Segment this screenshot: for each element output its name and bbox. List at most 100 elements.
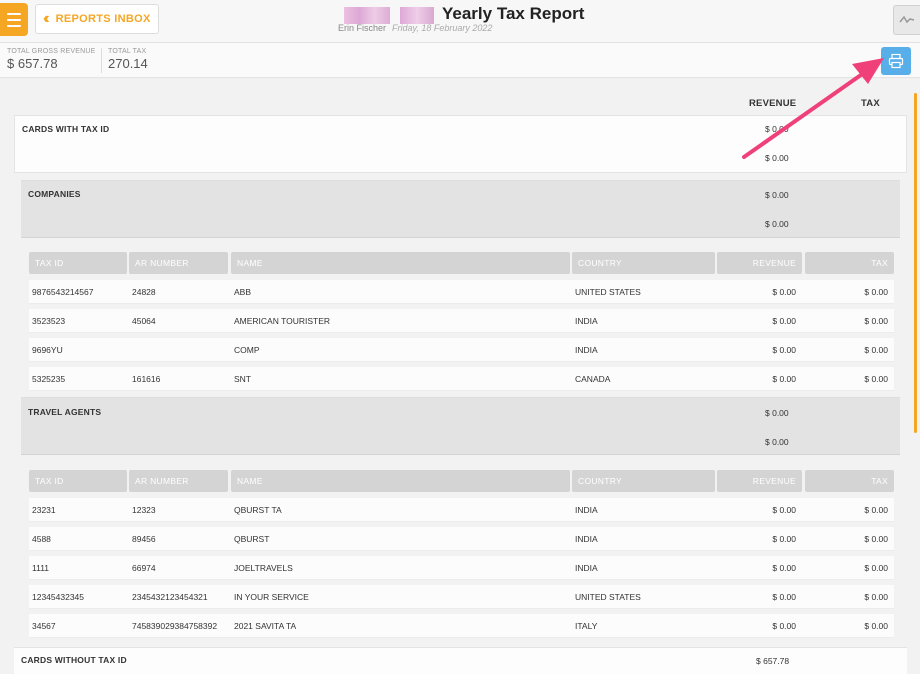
column-header-country[interactable]: COUNTRY — [572, 470, 715, 492]
column-header-revenue[interactable]: REVENUE — [717, 252, 802, 274]
reports-inbox-label: REPORTS INBOX — [55, 13, 151, 25]
cell-name: ABB — [234, 287, 252, 297]
cell-country: UNITED STATES — [575, 592, 641, 602]
report-content[interactable]: REVENUE TAX CARDS WITH TAX ID $ 0.00 $ 0… — [0, 79, 920, 674]
companies-table-header: TAX ID AR NUMBER NAME COUNTRY REVENUE TAX — [29, 252, 894, 274]
hamburger-icon — [7, 12, 21, 15]
companies-group: COMPANIES $ 0.00 $ 0.00 — [21, 180, 900, 238]
column-header-tax-id[interactable]: TAX ID — [29, 252, 127, 274]
cell-tax-id: 9696YU — [32, 345, 63, 355]
cell-revenue: $ 0.00 — [772, 592, 796, 602]
revenue-column-header: REVENUE — [749, 98, 797, 109]
line-chart-icon — [899, 15, 915, 24]
cell-ar-number: 12323 — [132, 505, 156, 515]
column-header-name[interactable]: NAME — [231, 252, 570, 274]
column-header-revenue[interactable]: REVENUE — [717, 470, 802, 492]
cell-name: QBURST — [234, 534, 270, 544]
travel-agents-group: TRAVEL AGENTS $ 0.00 $ 0.00 — [21, 397, 900, 455]
totals-bar: TOTAL GROSS REVENUE $ 657.78 TOTAL TAX 2… — [0, 43, 920, 78]
report-subtitle: Erin Fischer Friday, 18 February 2022 — [338, 23, 492, 33]
cell-tax-id: 4588 — [32, 534, 51, 544]
cell-country: INDIA — [575, 316, 598, 326]
cell-revenue: $ 0.00 — [772, 621, 796, 631]
table-row[interactable]: 3523523 45064 AMERICAN TOURISTER INDIA $ 0.0… — [29, 309, 894, 333]
table-row[interactable]: 34567 745839029384758392 2021 SAVITA TA ITA… — [29, 614, 894, 638]
cell-country: ITALY — [575, 621, 598, 631]
cell-country: UNITED STATES — [575, 287, 641, 297]
cell-tax: $ 0.00 — [864, 563, 888, 573]
cell-name: QBURST TA — [234, 505, 282, 515]
cell-revenue: $ 0.00 — [772, 287, 796, 297]
user-name: Erin Fischer — [338, 23, 387, 33]
hamburger-menu-button[interactable] — [0, 3, 28, 36]
cell-tax: $ 0.00 — [864, 287, 888, 297]
cell-country: INDIA — [575, 505, 598, 515]
cell-revenue: $ 0.00 — [772, 505, 796, 515]
cell-tax: $ 0.00 — [864, 592, 888, 602]
cell-country: CANADA — [575, 374, 611, 384]
cell-name: 2021 SAVITA TA — [234, 621, 297, 631]
report-date: Friday, 18 February 2022 — [392, 23, 493, 33]
redacted-name — [344, 7, 390, 24]
cell-tax-id: 1111 — [32, 563, 50, 573]
column-header-tax-id[interactable]: TAX ID — [29, 470, 127, 492]
column-header-country[interactable]: COUNTRY — [572, 252, 715, 274]
total-gross-revenue: TOTAL GROSS REVENUE $ 657.78 — [7, 48, 96, 71]
cell-country: INDIA — [575, 563, 598, 573]
cards-with-tax-id-section: CARDS WITH TAX ID $ 0.00 $ 0.00 — [14, 115, 907, 173]
print-button[interactable] — [881, 47, 911, 75]
cell-ar-number: 2345432123454321 — [132, 592, 208, 602]
cell-tax-id: 23231 — [32, 505, 56, 515]
cell-country: INDIA — [575, 534, 598, 544]
print-icon — [888, 53, 904, 69]
table-row[interactable]: 9696YU COMP INDIA $ 0.00 $ 0.00 — [29, 338, 894, 362]
cell-ar-number: 24828 — [132, 287, 156, 297]
cell-ar-number — [132, 338, 228, 362]
column-header-tax[interactable]: TAX — [805, 252, 894, 274]
cell-tax-id: 12345432345 — [32, 592, 85, 602]
cell-tax-id: 5325235 — [32, 374, 66, 384]
cell-tax: $ 0.00 — [864, 534, 888, 544]
cell-ar-number: 161616 — [132, 374, 161, 384]
column-header-ar-number[interactable]: AR NUMBER — [129, 470, 228, 492]
tax-column-header: TAX — [861, 98, 880, 109]
cell-tax-id: 3523523 — [32, 316, 66, 326]
cell-revenue: $ 0.00 — [772, 316, 796, 326]
table-row[interactable]: 12345432345 2345432123454321 IN YOUR SERVI… — [29, 585, 894, 609]
cell-revenue: $ 0.00 — [772, 374, 796, 384]
top-bar: ‹‹ REPORTS INBOX Yearly Tax Report Erin … — [0, 0, 920, 43]
cards-without-tax-id-section: CARDS WITHOUT TAX ID $ 657.78 — [14, 647, 907, 674]
divider — [101, 48, 102, 73]
cell-revenue: $ 0.00 — [772, 534, 796, 544]
column-header-tax[interactable]: TAX — [805, 470, 894, 492]
travel-agents-table-header: TAX ID AR NUMBER NAME COUNTRY REVENUE TAX — [29, 470, 894, 492]
cell-ar-number: 66974 — [132, 563, 156, 573]
graph-button[interactable] — [893, 5, 920, 35]
cell-ar-number: 45064 — [132, 316, 156, 326]
column-header-name[interactable]: NAME — [231, 470, 570, 492]
cell-revenue: $ 0.00 — [772, 345, 796, 355]
cell-name: SNT — [234, 374, 251, 384]
cell-tax: $ 0.00 — [864, 621, 888, 631]
cell-tax-id: 34567 — [32, 621, 56, 631]
page-title: Yearly Tax Report — [442, 4, 585, 23]
column-header-ar-number[interactable]: AR NUMBER — [129, 252, 228, 274]
reports-inbox-button[interactable]: ‹‹ REPORTS INBOX — [35, 4, 159, 34]
table-row[interactable]: 1111 66974 JOELTRAVELS INDIA $ 0.00 $ 0.00 — [29, 556, 894, 580]
cell-name: IN YOUR SERVICE — [234, 592, 309, 602]
table-row[interactable]: 23231 12323 QBURST TA INDIA $ 0.00 $ 0.00 — [29, 498, 894, 522]
scroll-indicator[interactable] — [914, 93, 917, 433]
cell-name: JOELTRAVELS — [234, 563, 293, 573]
total-tax: TOTAL TAX 270.14 — [108, 48, 148, 71]
cell-ar-number: 89456 — [132, 534, 156, 544]
cell-tax-id: 9876543214567 — [32, 287, 94, 297]
table-row[interactable]: 5325235 161616 SNT CANADA $ 0.00 $ 0.00 — [29, 367, 894, 391]
double-chevron-left-icon: ‹‹ — [43, 10, 49, 27]
table-row[interactable]: 9876543214567 24828 ABB UNITED STATES $ 0.00… — [29, 280, 894, 304]
cell-tax: $ 0.00 — [864, 345, 888, 355]
cell-name: AMERICAN TOURISTER — [234, 316, 331, 326]
cell-name: COMP — [234, 345, 260, 355]
cell-ar-number: 745839029384758392 — [132, 621, 218, 631]
table-row[interactable]: 4588 89456 QBURST INDIA $ 0.00 $ 0.00 — [29, 527, 894, 551]
cell-tax: $ 0.00 — [864, 505, 888, 515]
